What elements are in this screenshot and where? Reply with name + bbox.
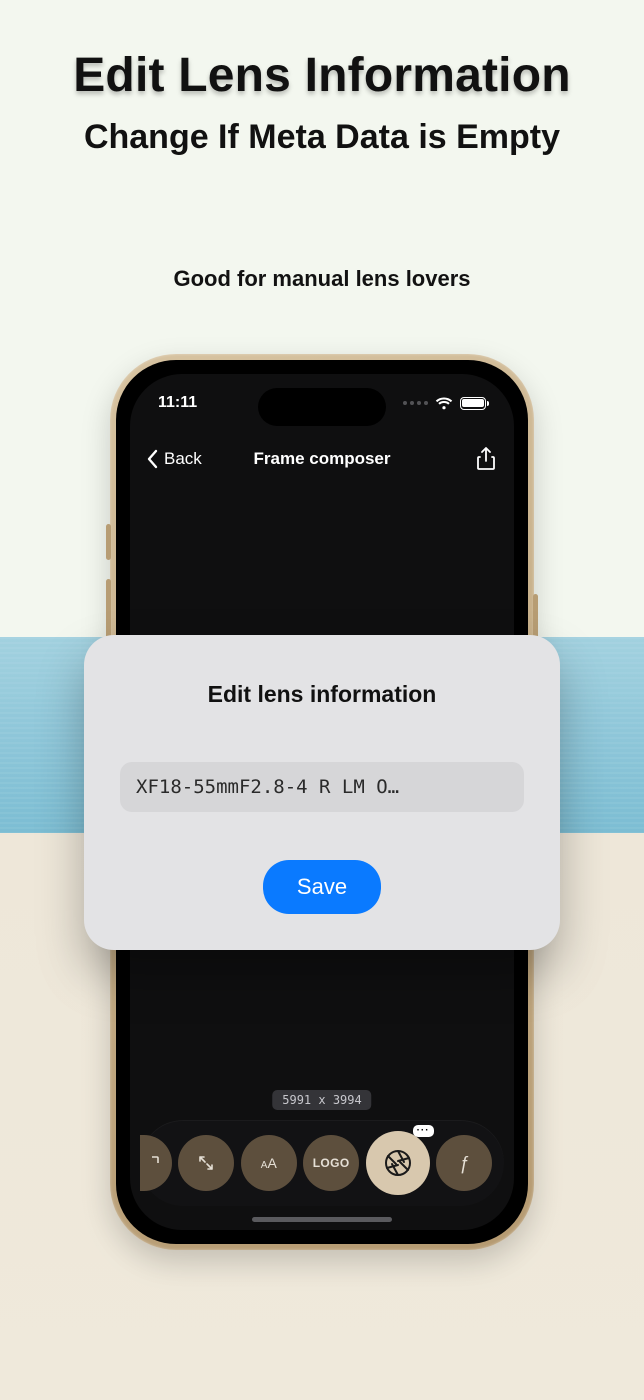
home-indicator <box>252 1217 392 1222</box>
save-button[interactable]: Save <box>263 860 381 914</box>
tool-font[interactable]: AA <box>241 1135 297 1191</box>
tool-crop-partial[interactable] <box>140 1135 172 1191</box>
edit-lens-sheet: Edit lens information XF18-55mmF2.8-4 R … <box>84 635 560 950</box>
marketing-tagline: Good for manual lens lovers <box>0 266 644 292</box>
bottom-toolbar: AA LOGO ··· ƒ <box>140 1120 504 1206</box>
dimensions-badge: 5991 x 3994 <box>272 1090 371 1110</box>
phone-mute-switch <box>106 524 111 560</box>
tool-aperture-active[interactable]: ··· <box>366 1131 430 1195</box>
logo-label: LOGO <box>313 1156 350 1170</box>
dynamic-island <box>258 388 386 426</box>
cellular-dots-icon <box>403 401 428 405</box>
font-size-icon: AA <box>261 1155 277 1171</box>
tool-badge: ··· <box>413 1125 434 1137</box>
expand-arrows-icon <box>196 1153 216 1173</box>
chevron-left-icon <box>146 449 158 469</box>
marketing-subhead: Change If Meta Data is Empty <box>0 118 644 157</box>
status-time: 11:11 <box>158 394 197 412</box>
bracket-icon <box>144 1155 160 1171</box>
marketing-headline: Edit Lens Information <box>0 48 644 103</box>
tool-function[interactable]: ƒ <box>436 1135 492 1191</box>
nav-bar: Back Frame composer <box>130 434 514 484</box>
wifi-icon <box>435 397 453 410</box>
tool-resize[interactable] <box>178 1135 234 1191</box>
battery-icon <box>460 397 486 410</box>
back-label: Back <box>164 449 202 469</box>
share-button[interactable] <box>470 443 502 475</box>
function-label: ƒ <box>459 1153 469 1174</box>
aperture-icon <box>383 1148 413 1178</box>
tool-logo[interactable]: LOGO <box>303 1135 359 1191</box>
sheet-title: Edit lens information <box>208 681 437 708</box>
back-button[interactable]: Back <box>146 449 202 469</box>
share-icon <box>476 447 496 471</box>
lens-input[interactable]: XF18-55mmF2.8-4 R LM O… <box>120 762 524 812</box>
